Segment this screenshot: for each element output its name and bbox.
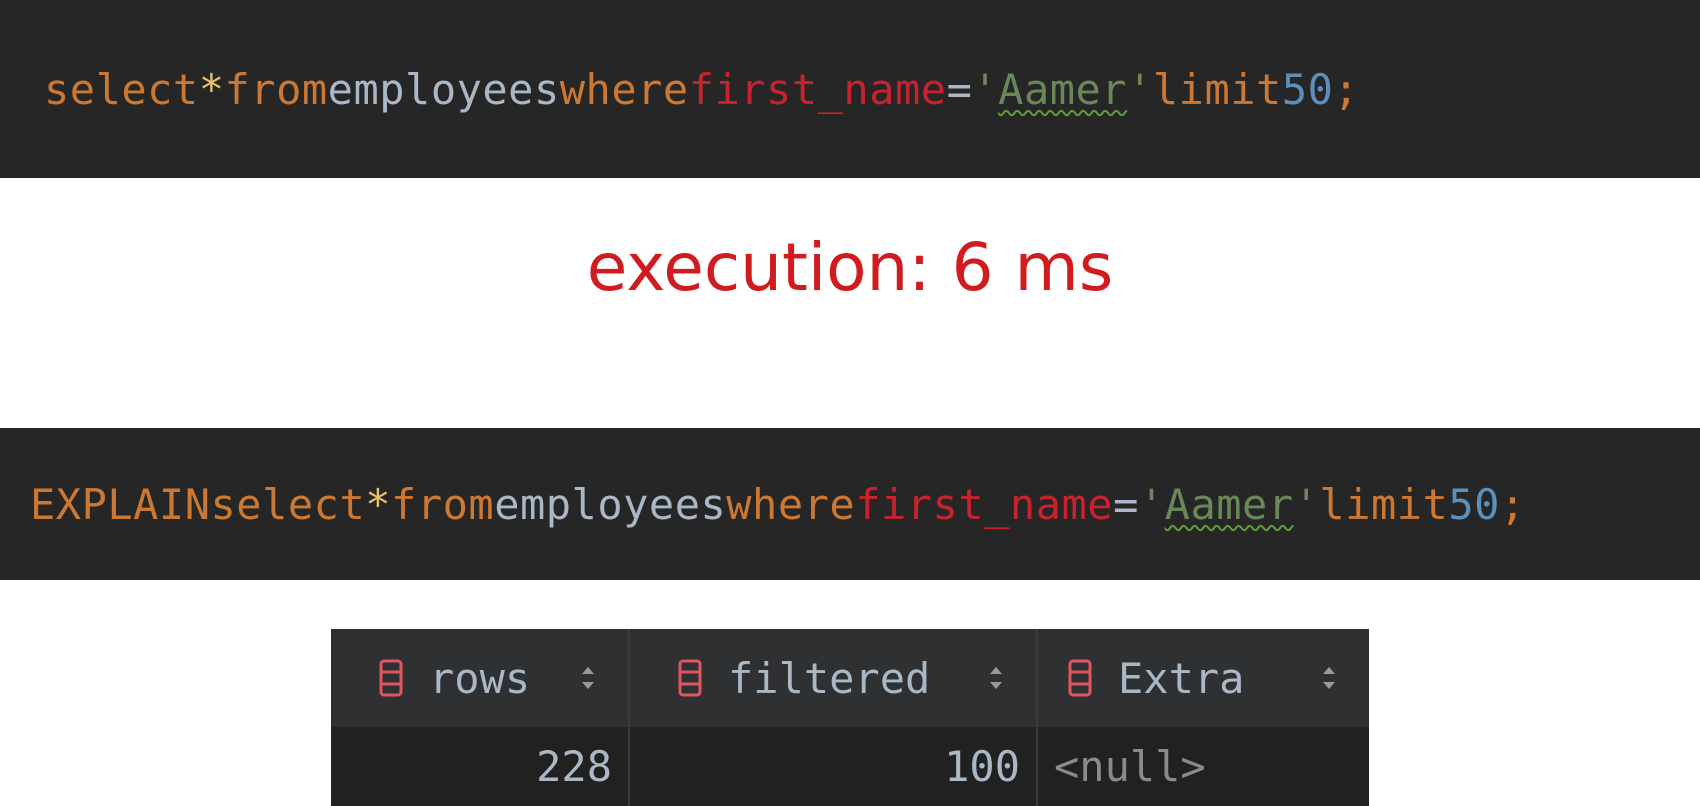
equals-operator: = — [1113, 479, 1139, 529]
table-name: employees — [494, 479, 727, 529]
string-quote-open: ' — [972, 64, 999, 114]
table-name: employees — [327, 64, 560, 114]
column-icon — [678, 659, 702, 697]
string-quote-close: ' — [1293, 479, 1320, 529]
equals-operator: = — [946, 64, 973, 114]
string-literal: Aamer — [998, 64, 1128, 114]
grid-header: rows filtered Extra — [331, 629, 1369, 727]
asterisk: * — [198, 64, 225, 114]
column-header-label: Extra — [1118, 653, 1245, 703]
table-row[interactable]: 228 100 <null> — [331, 727, 1369, 806]
execution-time-label: execution: 6 ms — [586, 229, 1114, 306]
column-header-label: filtered — [728, 653, 931, 703]
column-icon — [379, 659, 403, 697]
column-icon — [1068, 659, 1092, 697]
sort-icon[interactable] — [1321, 663, 1337, 693]
cell-extra[interactable]: <null> — [1038, 727, 1369, 806]
explain-query-editor-line[interactable]: EXPLAIN select * from employees where fi… — [0, 428, 1700, 580]
from-keyword: from — [391, 479, 495, 529]
semicolon: ; — [1499, 479, 1526, 529]
column-name: first_name — [855, 479, 1114, 529]
column-header-rows[interactable]: rows — [331, 629, 630, 727]
from-keyword: from — [224, 64, 328, 114]
string-literal: Aamer — [1164, 479, 1294, 529]
select-keyword: select — [44, 64, 199, 114]
cell-rows[interactable]: 228 — [331, 727, 630, 806]
cell-filtered[interactable]: 100 — [630, 727, 1038, 806]
limit-keyword: limit — [1152, 64, 1282, 114]
limit-keyword: limit — [1319, 479, 1449, 529]
column-header-filtered[interactable]: filtered — [630, 629, 1038, 727]
column-name: first_name — [688, 64, 947, 114]
string-quote-close: ' — [1127, 64, 1153, 114]
sort-icon[interactable] — [580, 663, 596, 693]
where-keyword: where — [559, 64, 689, 114]
result-grid: rows filtered Extra 228 100 <null> — [331, 629, 1369, 806]
where-keyword: where — [726, 479, 856, 529]
column-header-label: rows — [429, 653, 531, 703]
column-header-extra[interactable]: Extra — [1038, 629, 1369, 727]
limit-value: 50 — [1281, 64, 1334, 114]
string-quote-open: ' — [1138, 479, 1165, 529]
select-keyword: select — [210, 479, 366, 529]
query-editor-line[interactable]: select * from employees where first_name… — [0, 0, 1700, 178]
explain-keyword: EXPLAIN — [30, 479, 211, 529]
asterisk: * — [365, 479, 392, 529]
sort-icon[interactable] — [988, 663, 1004, 693]
semicolon: ; — [1333, 64, 1360, 114]
limit-value: 50 — [1448, 479, 1500, 529]
